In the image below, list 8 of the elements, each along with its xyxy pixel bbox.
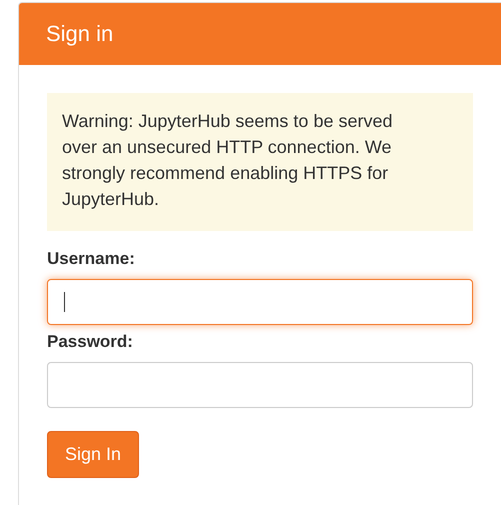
warning-text: Warning: JupyterHub seems to be served over an unsecured HTTP connection. We strongly recommend enabling HTTPS for JupyterHub.: [62, 110, 394, 211]
panel-title: Sign in: [46, 21, 114, 47]
field-label: Username:: [47, 249, 135, 269]
text-cursor: [64, 292, 65, 312]
input-field[interactable]: [47, 279, 473, 325]
field-label: Password:: [47, 332, 133, 352]
input-field[interactable]: [47, 362, 473, 408]
sign-in-button[interactable]: Sign In: [47, 431, 140, 478]
